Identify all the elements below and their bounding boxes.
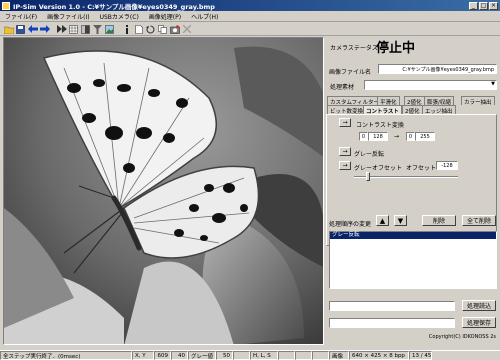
image-size-label: 画像 <box>329 351 349 360</box>
sequence-label: 処理順序の変更 <box>329 221 372 228</box>
rotate-icon[interactable] <box>145 24 156 35</box>
title-bar: IP-Sim Version 1.0 - C:¥サンプル画像¥eyes0349_… <box>0 0 500 11</box>
l-value <box>295 351 312 360</box>
window-title: IP-Sim Version 1.0 - C:¥サンプル画像¥eyes0349_… <box>13 2 215 11</box>
copy-icon[interactable] <box>157 24 168 35</box>
h-value <box>278 351 295 360</box>
xy-label: X, Y <box>132 351 154 360</box>
forward-arrow-icon[interactable] <box>39 24 50 35</box>
page-counter: 13 / 45 <box>409 351 432 360</box>
menu-bar: ファイル(F) 画像ファイル(I) USBカメラ(C) 画像処理(P) ヘルプ(… <box>0 12 500 22</box>
tab-bit-convert[interactable]: ビット数変換 <box>327 105 367 115</box>
tab-edge-extract[interactable]: エッジ抽出 <box>422 105 456 115</box>
document-icon[interactable] <box>133 24 144 35</box>
menu-usb-camera[interactable]: USBカメラ(C) <box>95 12 144 21</box>
tab-contrast[interactable]: コントラスト <box>363 105 402 115</box>
tab-binarize[interactable]: 2値化 <box>404 96 425 106</box>
image-file-label: 画像ファイル名 <box>329 69 372 76</box>
load-path-field[interactable] <box>329 301 455 311</box>
back-arrow-icon[interactable] <box>27 24 38 35</box>
hls-label: H, L, S <box>250 351 278 360</box>
sequence-list[interactable]: グレー反転 <box>329 231 497 289</box>
load-process-button[interactable]: 処理読込 <box>462 300 496 311</box>
contrast-apply-button[interactable]: → <box>339 118 351 127</box>
input-max-field[interactable]: 128 <box>368 132 388 141</box>
list-item[interactable]: グレー反転 <box>330 232 496 239</box>
open-folder-icon[interactable] <box>3 24 14 35</box>
tab-custom-filter[interactable]: カスタムフィルター <box>327 96 383 106</box>
image-file-field: C:¥サンプル画像¥eyes0349_gray.bmp <box>378 64 497 74</box>
funnel-icon[interactable] <box>92 24 103 35</box>
butterfly-image <box>4 38 323 344</box>
gray-spacer <box>233 351 250 360</box>
menu-image-processing[interactable]: 画像処理(P) <box>144 12 186 21</box>
gray-invert-label: グレー反転 <box>354 151 385 158</box>
control-panel: カメラステータス 停止中 画像ファイル名 C:¥サンプル画像¥eyes0349_… <box>326 37 498 345</box>
step-icon[interactable] <box>56 24 67 35</box>
offset-slider-thumb[interactable] <box>366 172 370 181</box>
x-coordinate: 609 <box>154 351 171 360</box>
camera-status-caption: カメラステータス <box>330 45 378 52</box>
save-icon[interactable] <box>15 24 26 35</box>
toolbar <box>0 23 500 36</box>
status-message: 全ステップ実行終了．(0msec) <box>0 351 132 360</box>
gray-offset-label: グレーオフセット <box>354 165 403 172</box>
close-button[interactable]: × <box>489 1 498 10</box>
y-coordinate: 40 <box>171 351 188 360</box>
output-min-field[interactable]: 0 <box>406 132 415 141</box>
delete-all-button[interactable]: 全て削除 <box>462 215 496 226</box>
tab-color-extract[interactable]: カラー抽出 <box>461 96 495 106</box>
app-icon <box>2 1 10 10</box>
tab-smoothing[interactable]: 平滑化 <box>377 96 400 106</box>
camera-icon[interactable] <box>169 24 180 35</box>
menu-help[interactable]: ヘルプ(H) <box>186 12 223 21</box>
gray-invert-button[interactable]: → <box>339 147 351 156</box>
offset-value-field[interactable]: -128 <box>436 161 458 170</box>
maximize-button[interactable]: □ <box>479 1 488 10</box>
move-up-button[interactable]: ▲ <box>376 215 389 226</box>
save-path-field[interactable] <box>329 318 455 328</box>
gray-offset-button[interactable]: → <box>339 161 351 170</box>
delete-button[interactable]: 削除 <box>422 215 456 226</box>
tab-dilate-erode[interactable]: 膨張/収縮 <box>424 96 454 106</box>
process-source-dropdown[interactable]: ▼ <box>364 80 497 90</box>
contrast-arrow: → <box>394 133 400 140</box>
tab-binarize-2[interactable]: 2値化 <box>402 105 423 115</box>
image-view[interactable] <box>3 37 324 345</box>
picture-icon[interactable] <box>104 24 115 35</box>
gray-value: 50 <box>216 351 233 360</box>
menu-image-file[interactable]: 画像ファイル(I) <box>42 12 94 21</box>
stop-icon[interactable] <box>181 24 192 35</box>
gray-value-label: グレー値 <box>188 351 216 360</box>
s-value <box>312 351 329 360</box>
output-max-field[interactable]: 255 <box>415 132 435 141</box>
info-icon[interactable] <box>121 24 132 35</box>
split-icon[interactable] <box>80 24 91 35</box>
move-down-button[interactable]: ▼ <box>394 215 407 226</box>
contrast-title: コントラスト変換 <box>356 122 404 129</box>
status-bar: 全ステップ実行終了．(0msec) X, Y 609 40 グレー値 50 H,… <box>0 350 500 360</box>
minimize-button[interactable]: _ <box>469 1 478 10</box>
grid-icon[interactable] <box>68 24 79 35</box>
copyright-text: Copyright(C) IDKONOSS 2s <box>428 334 496 340</box>
chevron-down-icon: ▼ <box>491 81 495 87</box>
camera-status-value: 停止中 <box>376 41 416 56</box>
save-process-button[interactable]: 処理保存 <box>462 317 496 328</box>
image-size-value: 640 × 425 × 8 bpp <box>349 351 409 360</box>
input-min-field[interactable]: 0 <box>359 132 368 141</box>
offset-caption: オフセット <box>406 165 437 172</box>
process-source-label: 処理素材 <box>330 84 355 91</box>
menu-file[interactable]: ファイル(F) <box>0 12 42 21</box>
